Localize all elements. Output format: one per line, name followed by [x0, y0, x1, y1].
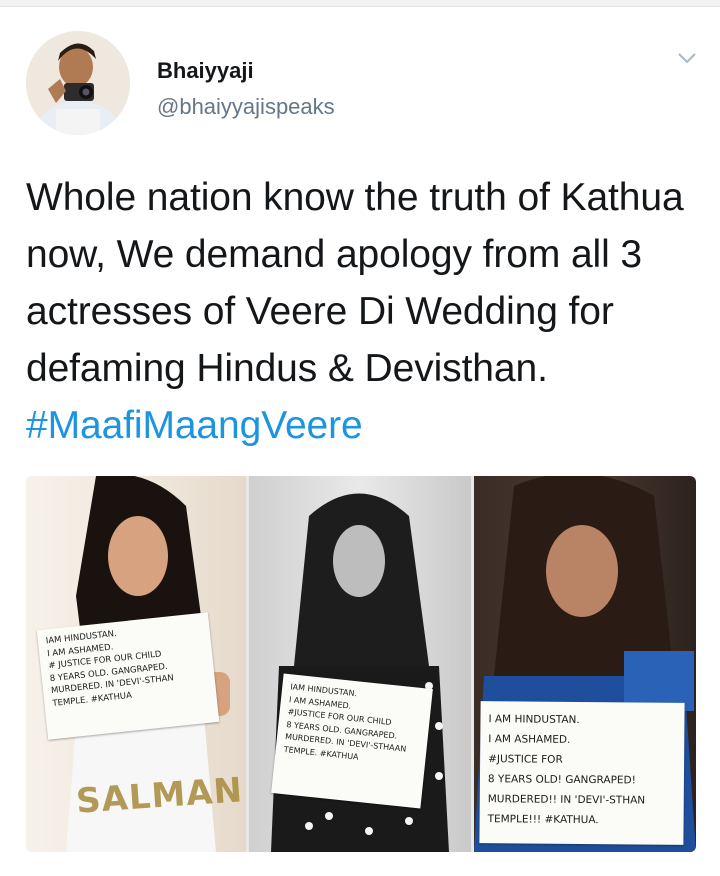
- sign-line: TEMPLE!!! #KATHUA.: [487, 813, 599, 827]
- display-name[interactable]: Bhaiyyaji: [157, 58, 254, 84]
- sign-line: I AM HINDUSTAN.: [488, 713, 580, 726]
- protest-sign-3: I AM HINDUSTAN. I AM ASHAMED. #JUSTICE F…: [479, 701, 685, 845]
- sign-line: 8 YEARS OLD! GANGRAPED!: [487, 773, 636, 787]
- protest-sign-2: IAM HINDUSTAN. I AM ASHAMED. #JUSTICE FO…: [271, 673, 433, 809]
- avatar[interactable]: [26, 31, 130, 135]
- photo-1[interactable]: IAM HINDUSTAN. I AM ASHAMED. # JUSTICE F…: [26, 476, 246, 852]
- media-grid[interactable]: IAM HINDUSTAN. I AM ASHAMED. # JUSTICE F…: [26, 476, 696, 852]
- photo-2[interactable]: IAM HINDUSTAN. I AM ASHAMED. #JUSTICE FO…: [249, 476, 471, 852]
- chevron-down-icon[interactable]: [676, 50, 698, 66]
- user-handle[interactable]: @bhaiyyajispeaks: [157, 94, 335, 120]
- protest-sign-1: IAM HINDUSTAN. I AM ASHAMED. # JUSTICE F…: [36, 612, 220, 740]
- sign-line: I AM ASHAMED.: [488, 733, 571, 746]
- photo-3[interactable]: I AM HINDUSTAN. I AM ASHAMED. #JUSTICE F…: [474, 476, 696, 852]
- tweet-body: Whole nation know the truth of Kathua no…: [26, 176, 684, 390]
- sign-line: MURDERED!! IN 'DEVI'-STHAN: [487, 793, 646, 807]
- sign-line: #JUSTICE FOR: [488, 753, 563, 766]
- tweet-text: Whole nation know the truth of Kathua no…: [26, 169, 696, 454]
- top-divider: [0, 0, 720, 7]
- hashtag-link[interactable]: #MaafiMaangVeere: [26, 404, 363, 447]
